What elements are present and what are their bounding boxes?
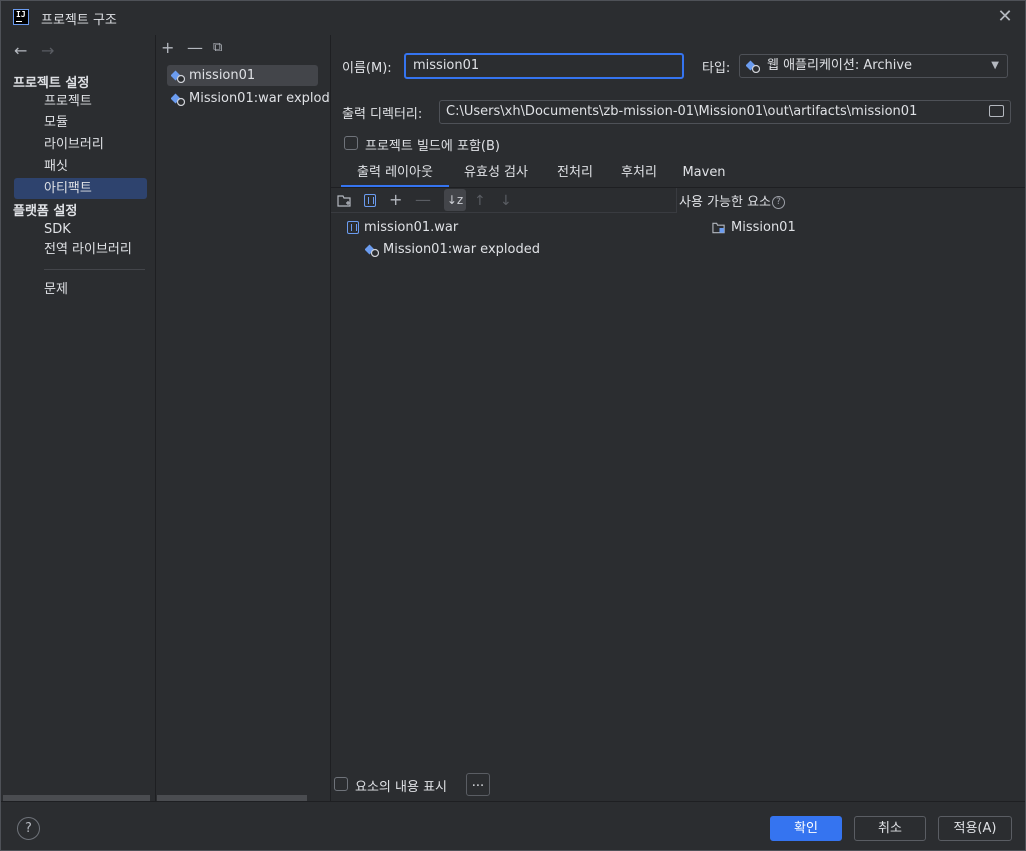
module-folder-icon [712, 222, 725, 234]
type-select-value: 웹 애플리케이션: Archive [767, 58, 913, 73]
add-copy-icon[interactable]: + [389, 190, 402, 209]
close-icon[interactable]: ✕ [995, 7, 1015, 27]
folder-icon[interactable] [989, 105, 1004, 117]
nav-header-platform-settings: 플랫폼 설정 [13, 204, 78, 219]
available-elements-text: 사용 가능한 요소 [679, 195, 771, 210]
type-select[interactable]: 웹 애플리케이션: Archive ▼ [739, 54, 1008, 78]
layout-tree-root[interactable]: mission01.war [346, 218, 458, 238]
forward-arrow-icon[interactable]: → [41, 41, 54, 60]
tab-validation[interactable]: 유효성 검사 [453, 162, 539, 188]
nav-item-libraries[interactable]: 라이브러리 [14, 134, 147, 155]
nav-item-artifacts[interactable]: 아티팩트 [14, 178, 147, 199]
remove-icon[interactable]: — [187, 38, 203, 57]
artifact-item-label: mission01 [189, 68, 256, 83]
artifact-item-war-exploded[interactable]: Mission01:war exploded [167, 88, 331, 109]
web-archive-icon [171, 70, 185, 83]
available-elements-label: 사용 가능한 요소? [679, 191, 785, 210]
project-structure-dialog: IJ 프로젝트 구조 ✕ ← → 프로젝트 설정 프로젝트 모듈 라이브러리 패… [0, 0, 1026, 851]
nav-divider [44, 269, 145, 270]
output-directory-label: 출력 디렉터리: [342, 107, 423, 122]
archive-icon [347, 221, 359, 234]
ok-button[interactable]: 확인 [770, 816, 842, 841]
window-title: 프로젝트 구조 [41, 13, 117, 28]
intellij-app-icon: IJ [13, 9, 29, 25]
artifact-item-label: Mission01:war exploded [189, 91, 331, 106]
copy-icon[interactable]: ⧉ [213, 40, 222, 55]
nav-item-facets[interactable]: 패싯 [14, 156, 147, 177]
layout-tree-root-label: mission01.war [364, 220, 459, 235]
include-build-label: 프로젝트 빌드에 포함(B) [365, 139, 500, 154]
layout-tree-child[interactable]: Mission01:war exploded [365, 240, 540, 260]
show-contents-checkbox[interactable] [334, 777, 348, 791]
apply-button[interactable]: 적용(A) [938, 816, 1012, 841]
web-archive-icon [746, 60, 760, 73]
nav-item-modules[interactable]: 모듈 [14, 112, 147, 133]
create-archive-icon[interactable] [364, 194, 376, 207]
nav-item-global-libraries[interactable]: 전역 라이브러리 [14, 239, 147, 260]
type-label: 타입: [702, 61, 731, 76]
divider [330, 35, 331, 801]
divider [155, 35, 156, 801]
add-icon[interactable]: + [161, 38, 174, 57]
show-contents-label: 요소의 내용 표시 [355, 780, 447, 795]
help-icon[interactable]: ? [772, 196, 785, 209]
new-directory-icon[interactable] [337, 194, 352, 207]
nav-item-sdk[interactable]: SDK [14, 219, 147, 240]
remove-element-icon[interactable]: — [415, 190, 431, 209]
layout-divider [676, 188, 677, 213]
layout-tree-child-label: Mission01:war exploded [383, 242, 540, 257]
output-directory-value: C:\Users\xh\Documents\zb-mission-01\Miss… [446, 104, 918, 119]
include-build-checkbox[interactable] [344, 136, 358, 150]
nav-item-problems[interactable]: 문제 [14, 279, 147, 300]
web-archive-icon [365, 244, 379, 257]
cancel-button[interactable]: 취소 [854, 816, 926, 841]
help-button[interactable]: ? [17, 817, 40, 840]
title-bar: IJ 프로젝트 구조 ✕ [1, 1, 1025, 35]
move-up-icon[interactable]: ↑ [474, 193, 486, 209]
name-input[interactable]: mission01 [404, 53, 684, 79]
move-down-icon[interactable]: ↓ [500, 193, 512, 209]
tab-preprocessing[interactable]: 전처리 [547, 162, 603, 188]
back-arrow-icon[interactable]: ← [14, 41, 27, 60]
footer-divider [1, 801, 1025, 802]
tab-output-layout[interactable]: 출력 레이아웃 [341, 162, 449, 188]
output-directory-field[interactable]: C:\Users\xh\Documents\zb-mission-01\Miss… [439, 100, 1011, 124]
tab-maven[interactable]: Maven [675, 162, 733, 188]
artifact-item-mission01[interactable]: mission01 [167, 65, 318, 86]
chevron-down-icon: ▼ [991, 60, 999, 71]
web-archive-icon [171, 93, 185, 106]
name-label: 이름(M): [342, 61, 392, 76]
available-element-mission01[interactable]: Mission01 [712, 218, 796, 238]
nav-header-project-settings: 프로젝트 설정 [13, 76, 90, 91]
nav-item-project[interactable]: 프로젝트 [14, 91, 147, 112]
more-options-button[interactable]: ... [466, 773, 490, 796]
tab-postprocessing[interactable]: 후처리 [611, 162, 667, 188]
sort-elements-icon[interactable]: ↓z [444, 189, 466, 211]
available-element-label: Mission01 [731, 220, 796, 235]
